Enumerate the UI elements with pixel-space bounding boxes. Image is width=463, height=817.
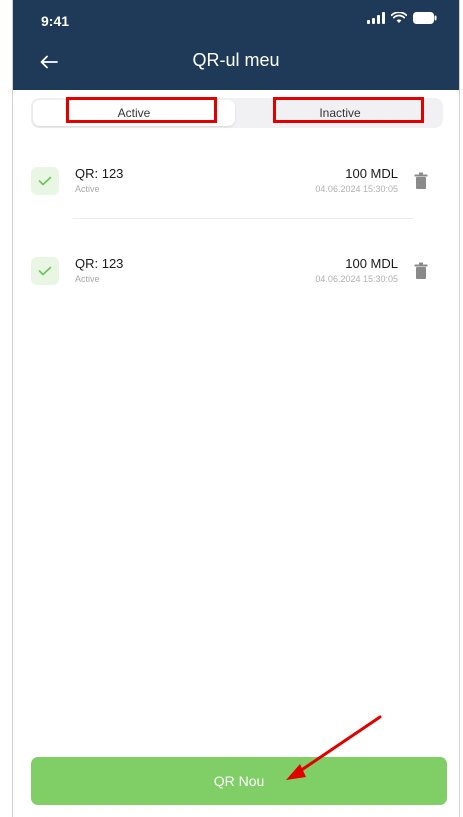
check-icon (31, 167, 59, 195)
amount-label: 100 MDL (345, 256, 398, 271)
trash-icon[interactable] (413, 262, 429, 280)
list-item[interactable]: QR: 123 Active 100 MDL 04.06.2024 15:30:… (31, 160, 443, 214)
trash-icon[interactable] (413, 172, 429, 190)
app-header: 9:41 QR-ul meu (13, 0, 459, 90)
tab-active[interactable]: Active (33, 100, 235, 126)
phone-screen: 9:41 QR-ul meu Active Inactive QR: 123 A… (12, 0, 460, 817)
date-label: 04.06.2024 15:30:05 (315, 274, 398, 284)
date-label: 04.06.2024 15:30:05 (315, 184, 398, 194)
segmented-tabs: Active Inactive (31, 98, 443, 128)
qr-label: QR: 123 (75, 256, 124, 271)
status-icons (367, 12, 437, 24)
page-title: QR-ul meu (192, 50, 280, 70)
amount-label: 100 MDL (345, 166, 398, 181)
wifi-icon (391, 12, 407, 24)
qr-label: QR: 123 (75, 166, 124, 181)
new-qr-button[interactable]: QR Nou (31, 757, 447, 805)
status-label: Active (75, 184, 100, 194)
status-time: 9:41 (41, 13, 70, 29)
check-icon (31, 257, 59, 285)
battery-icon (413, 12, 437, 24)
list-divider (73, 218, 413, 219)
signal-icon (367, 12, 385, 24)
list-item[interactable]: QR: 123 Active 100 MDL 04.06.2024 15:30:… (31, 250, 443, 304)
status-label: Active (75, 274, 100, 284)
tab-inactive[interactable]: Inactive (239, 100, 441, 126)
